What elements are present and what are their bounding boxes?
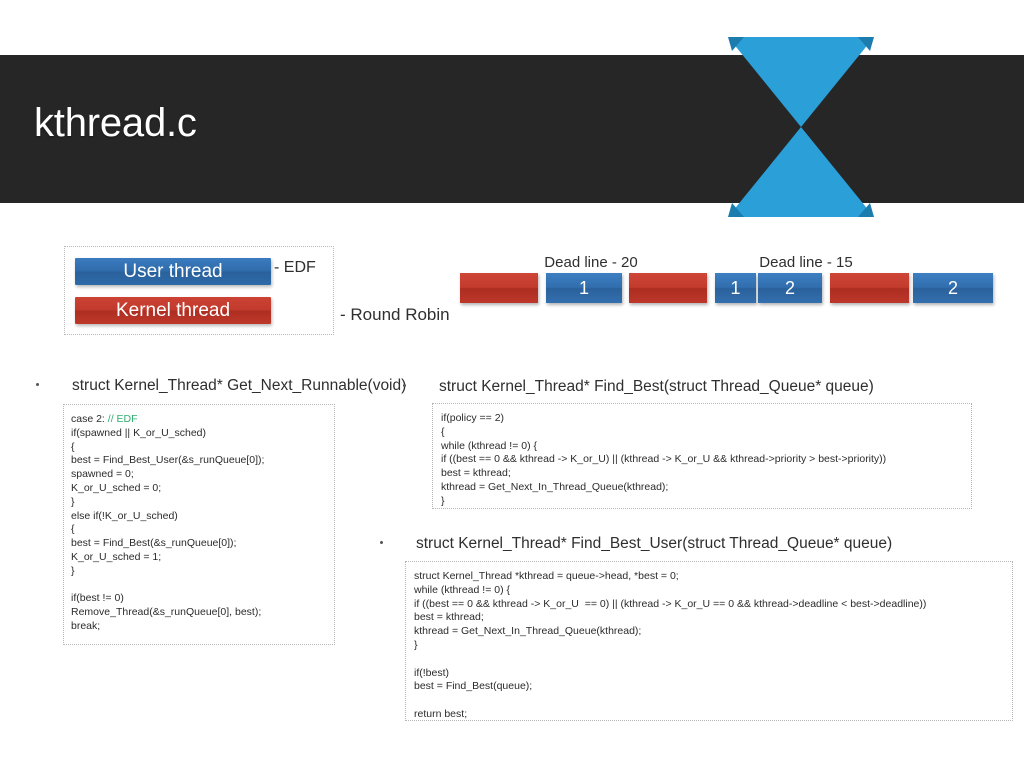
timeline-block-blue-2-4: 2 (758, 273, 822, 303)
bullet-find-best: struct Kernel_Thread* Find_Best(struct T… (403, 378, 874, 396)
bullet-get-next-runnable: struct Kernel_Thread* Get_Next_Runnable(… (36, 377, 406, 395)
deadline-label-0: Dead line - 20 (544, 254, 638, 271)
page-title: kthread.c (34, 101, 197, 145)
code-block-get-next-runnable: case 2: // EDF if(spawned || K_or_U_sche… (63, 404, 335, 645)
timeline-block-blue-1-1: 1 (546, 273, 622, 303)
bowtie-x-logo-icon (728, 37, 874, 217)
timeline-block-blue-2-6: 2 (913, 273, 993, 303)
bullet-dot-icon (403, 384, 406, 387)
code-block-find-best: if(policy == 2) { while (kthread != 0) {… (432, 403, 972, 509)
bullet-label: struct Kernel_Thread* Get_Next_Runnable(… (72, 377, 407, 394)
legend-user-thread: User thread (75, 258, 271, 285)
bullet-label: struct Kernel_Thread* Find_Best(struct T… (439, 378, 874, 395)
legend-kernel-thread: Kernel thread (75, 297, 271, 324)
code-body: if(spawned || K_or_U_sched) { best = Fin… (71, 426, 265, 632)
bullet-label: struct Kernel_Thread* Find_Best_User(str… (416, 535, 893, 552)
code-comment-edf: // EDF (107, 413, 138, 425)
code-body: if(policy == 2) { while (kthread != 0) {… (441, 412, 887, 507)
timeline-block-red-0 (460, 273, 538, 303)
timeline-block-red-5 (830, 273, 909, 303)
code-body: struct Kernel_Thread *kthread = queue->h… (414, 570, 927, 720)
bullet-dot-icon (380, 541, 383, 544)
deadline-label-1: Dead line - 15 (759, 254, 853, 271)
code-block-find-best-user: struct Kernel_Thread *kthread = queue->h… (405, 561, 1013, 721)
legend-round-robin-note: - Round Robin (340, 305, 450, 324)
legend-edf-note: - EDF (274, 259, 316, 276)
bullet-find-best-user: struct Kernel_Thread* Find_Best_User(str… (380, 535, 892, 553)
code-case-label: case 2: (71, 413, 108, 425)
timeline-block-blue-1-3: 1 (715, 273, 756, 303)
bullet-dot-icon (36, 383, 39, 386)
timeline-block-red-2 (629, 273, 707, 303)
